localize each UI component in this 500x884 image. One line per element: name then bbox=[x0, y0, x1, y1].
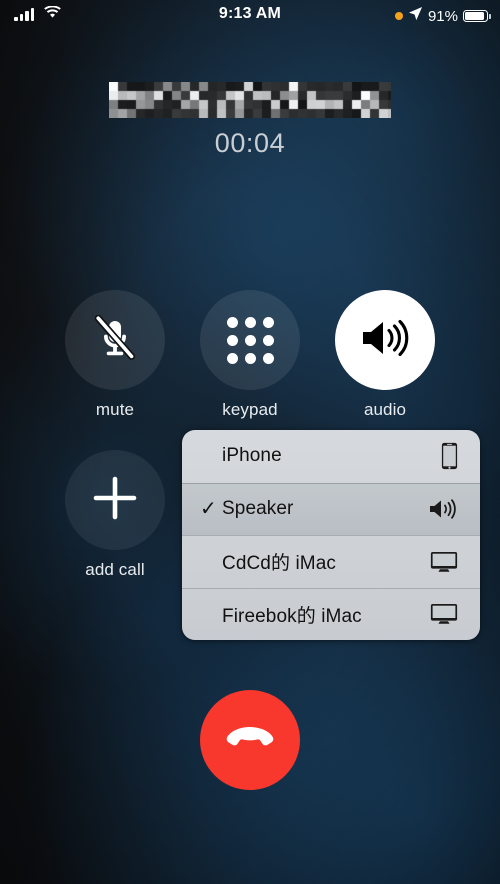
microphone-slash-icon bbox=[93, 314, 137, 366]
status-bar-right: 91% bbox=[394, 6, 491, 26]
mute-button[interactable] bbox=[65, 290, 165, 390]
keypad-button-label: keypad bbox=[222, 400, 278, 419]
caller-name-redacted bbox=[0, 82, 500, 118]
audio-button[interactable] bbox=[335, 290, 435, 390]
imac-display-icon bbox=[424, 603, 458, 625]
battery-icon bbox=[463, 10, 491, 22]
audio-route-menu[interactable]: iPhone ✓ Speaker CdCd的 iMac Fireebok的 iM… bbox=[182, 430, 480, 640]
phone-down-icon bbox=[225, 725, 275, 756]
audio-route-item-cdcd-imac[interactable]: CdCd的 iMac bbox=[182, 535, 480, 588]
audio-route-item-label: CdCd的 iMac bbox=[222, 553, 336, 575]
keypad-button[interactable] bbox=[200, 290, 300, 390]
pixelated-name-canvas bbox=[109, 82, 391, 118]
add-call-button-label: add call bbox=[85, 560, 145, 579]
audio-route-item-iphone[interactable]: iPhone bbox=[182, 430, 480, 483]
audio-route-item-speaker[interactable]: ✓ Speaker bbox=[182, 482, 480, 535]
battery-percentage-label: 91% bbox=[427, 7, 458, 25]
speaker-waves-icon bbox=[359, 316, 411, 365]
plus-icon bbox=[92, 475, 138, 526]
iphone-icon bbox=[424, 442, 458, 470]
orange-recording-dot-icon bbox=[394, 12, 403, 20]
location-arrow-icon bbox=[408, 6, 423, 26]
keypad-dots-icon bbox=[226, 316, 274, 364]
imac-display-icon bbox=[424, 551, 458, 573]
checkmark-icon: ✓ bbox=[200, 498, 217, 521]
speaker-waves-icon bbox=[424, 498, 458, 520]
end-call-button[interactable] bbox=[200, 690, 300, 790]
audio-route-item-label: iPhone bbox=[222, 445, 282, 467]
audio-route-item-fireebok-imac[interactable]: Fireebok的 iMac bbox=[182, 587, 480, 641]
mute-button-label: mute bbox=[95, 400, 135, 419]
add-call-button[interactable] bbox=[65, 450, 165, 550]
status-bar: 9:13 AM 91% bbox=[0, 0, 500, 30]
audio-button-label: audio bbox=[363, 400, 407, 419]
audio-route-item-label: Fireebok的 iMac bbox=[222, 605, 362, 627]
call-screen: 9:13 AM 91% 00:04 mute keypad audio add … bbox=[0, 0, 500, 884]
audio-route-item-label: Speaker bbox=[222, 498, 294, 520]
call-duration-timer: 00:04 bbox=[214, 128, 286, 158]
